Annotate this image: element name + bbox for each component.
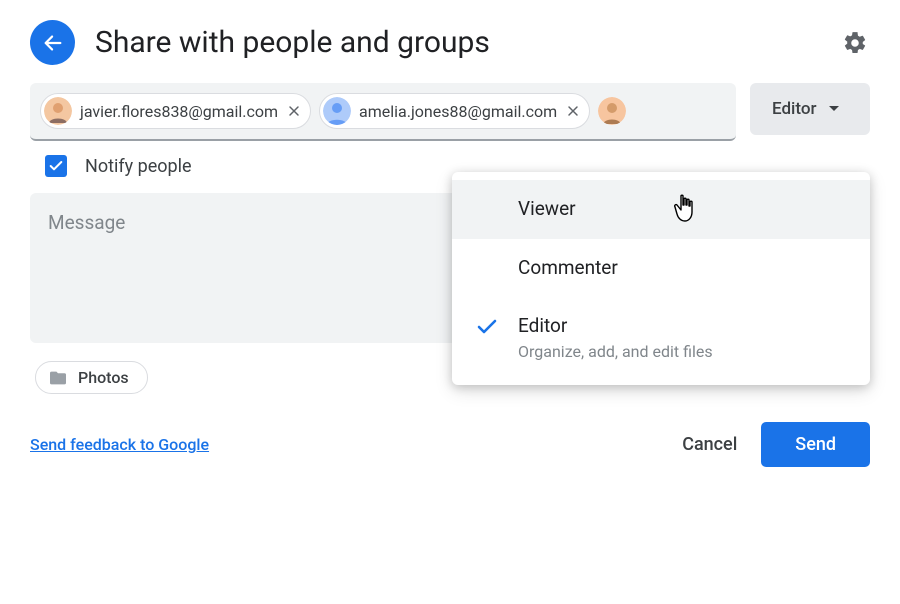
folder-icon [48, 370, 68, 386]
notify-label: Notify people [85, 156, 192, 177]
share-dialog-header: Share with people and groups [0, 0, 900, 83]
option-check-slot [470, 196, 504, 198]
chip-remove-button[interactable] [286, 103, 302, 119]
role-dropdown: Viewer Commenter Editor Organize, add, a… [452, 172, 870, 385]
gear-icon [842, 30, 868, 56]
close-icon [565, 103, 581, 119]
avatar [44, 97, 72, 125]
role-selector-label: Editor [772, 99, 816, 119]
option-label: Editor [518, 313, 848, 340]
chip-label: javier.flores838@gmail.com [80, 102, 278, 121]
close-icon [286, 103, 302, 119]
check-icon [48, 158, 64, 174]
send-button[interactable]: Send [761, 422, 870, 467]
pending-avatar [598, 97, 626, 125]
chip-label: amelia.jones88@gmail.com [359, 102, 557, 121]
cancel-button[interactable]: Cancel [658, 424, 761, 465]
feedback-link[interactable]: Send feedback to Google [30, 435, 658, 454]
role-option-editor[interactable]: Editor Organize, add, and edit files [452, 297, 870, 377]
person-chip[interactable]: amelia.jones88@gmail.com [319, 93, 590, 129]
role-option-viewer[interactable]: Viewer [452, 180, 870, 239]
arrow-left-icon [42, 32, 64, 54]
option-subtitle: Organize, add, and edit files [518, 342, 848, 361]
dialog-footer: Send feedback to Google Cancel Send [0, 394, 900, 467]
option-label: Commenter [518, 255, 848, 282]
option-check-slot [470, 255, 504, 257]
attachment-chip[interactable]: Photos [35, 361, 148, 394]
chip-remove-button[interactable] [565, 103, 581, 119]
check-icon [475, 315, 499, 339]
role-selector-button[interactable]: Editor [750, 83, 870, 135]
back-button[interactable] [30, 20, 75, 65]
option-label: Viewer [518, 196, 848, 223]
attachment-label: Photos [78, 368, 129, 387]
option-check-slot [470, 313, 504, 339]
people-row: javier.flores838@gmail.com amelia.jones8… [0, 83, 900, 141]
role-option-commenter[interactable]: Commenter [452, 239, 870, 298]
notify-checkbox[interactable] [45, 155, 67, 177]
avatar [323, 97, 351, 125]
person-chip[interactable]: javier.flores838@gmail.com [40, 93, 311, 129]
chevron-down-icon [828, 105, 840, 113]
people-input[interactable]: javier.flores838@gmail.com amelia.jones8… [30, 83, 736, 141]
dialog-title: Share with people and groups [95, 25, 840, 60]
settings-button[interactable] [840, 28, 870, 58]
